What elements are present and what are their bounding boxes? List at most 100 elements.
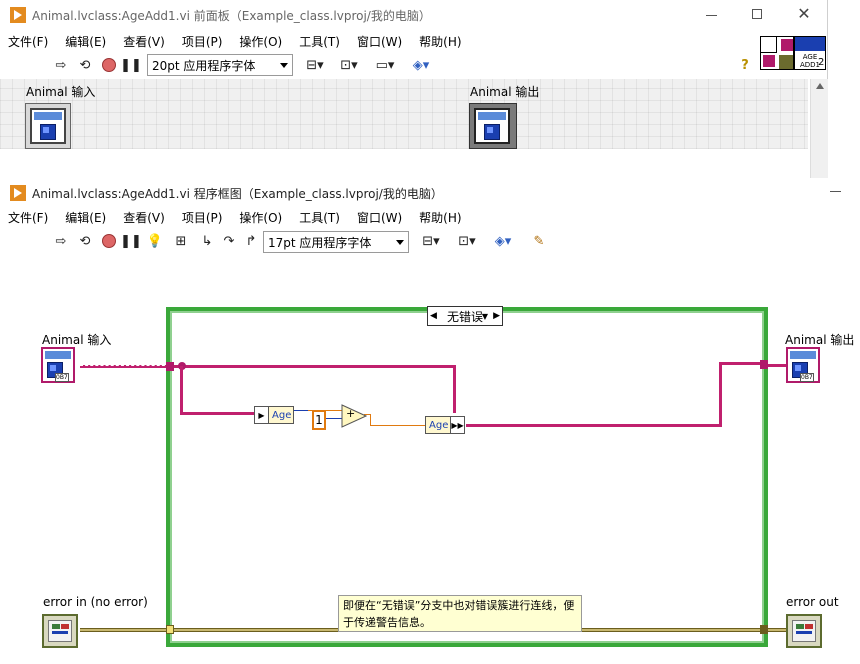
diagram-comment[interactable]: 即便在“无错误”分支中也对错误簇进行连线，便于传递警告信息。	[338, 595, 582, 632]
run-arrow-icon[interactable]: ⇨	[52, 56, 70, 74]
animal-input-terminal-label: Animal 输入	[42, 333, 112, 347]
run-continuously-icon[interactable]: ⟲	[76, 232, 94, 250]
font-select-value: 20pt 应用程序字体	[152, 58, 256, 73]
bundle-age-label: Age	[429, 419, 449, 431]
numeric-wire[interactable]	[370, 425, 426, 426]
menu-edit[interactable]: 编辑(E)	[65, 209, 106, 226]
object-wire[interactable]	[180, 366, 183, 414]
align-objects-icon[interactable]: ⊟▾	[418, 232, 444, 250]
pause-icon[interactable]: ❚❚	[120, 56, 142, 74]
numeric-wire[interactable]	[294, 410, 308, 411]
front-panel-toolbar: ⇨ ⟲ ❚❚ 20pt 应用程序字体 ⊟▾ ⊡▾ ▭▾ ◈▾ ?	[0, 52, 760, 80]
error-tunnel-out	[760, 625, 768, 634]
retain-wire-values-icon[interactable]: ⊞	[172, 232, 190, 250]
case-selector[interactable]: ◀ 无错误 ▼ ▶	[427, 306, 503, 326]
connector-pane-icon[interactable]	[760, 36, 794, 70]
block-diagram-menubar: 文件(F) 编辑(E) 查看(V) 项目(P) 操作(O) 工具(T) 窗口(W…	[0, 206, 860, 228]
font-select[interactable]: 17pt 应用程序字体	[263, 231, 409, 253]
menu-tools[interactable]: 工具(T)	[299, 33, 340, 50]
class-cube-icon	[484, 124, 500, 140]
resize-objects-icon[interactable]: ▭▾	[372, 56, 398, 74]
object-wire[interactable]	[80, 365, 170, 368]
menu-project[interactable]: 项目(P)	[182, 33, 223, 50]
chevron-down-icon[interactable]: ▼	[482, 312, 488, 321]
object-wire[interactable]	[768, 364, 786, 367]
abort-icon[interactable]	[100, 56, 118, 74]
labview-logo-icon	[10, 185, 26, 201]
clean-up-diagram-icon[interactable]: ✎	[528, 232, 550, 250]
obj-tag: 0B7	[55, 373, 69, 382]
step-over-icon[interactable]: ↷	[220, 232, 238, 250]
menu-file[interactable]: 文件(F)	[8, 33, 48, 50]
front-panel-canvas	[0, 79, 808, 149]
front-animal-input-label: Animal 输入	[26, 85, 96, 99]
distribute-objects-icon[interactable]: ⊡▾	[336, 56, 362, 74]
object-wire[interactable]	[466, 424, 722, 427]
front-animal-output-indicator[interactable]	[469, 103, 517, 149]
reorder-icon[interactable]: ◈▾	[408, 56, 434, 74]
object-wire[interactable]	[719, 362, 722, 427]
object-wire[interactable]	[180, 412, 256, 415]
front-panel-title: Animal.lvclass:AgeAdd1.vi 前面板（Example_cl…	[32, 8, 431, 23]
minimize-button[interactable]	[700, 6, 724, 24]
align-objects-icon[interactable]: ⊟▾	[302, 56, 328, 74]
case-next-icon[interactable]: ▶	[493, 311, 500, 321]
case-selector-value: 无错误	[446, 309, 483, 324]
object-wire[interactable]	[174, 365, 456, 368]
animal-output-terminal[interactable]: 0B7	[786, 347, 820, 383]
menu-view[interactable]: 查看(V)	[123, 33, 165, 50]
menu-edit[interactable]: 编辑(E)	[65, 33, 106, 50]
error-in-terminal[interactable]	[42, 614, 78, 648]
error-wire[interactable]	[768, 628, 786, 632]
error-tunnel-in	[166, 625, 174, 634]
menu-window[interactable]: 窗口(W)	[357, 209, 402, 226]
highlight-execution-icon[interactable]: 💡	[146, 232, 164, 250]
bundle-by-name-node[interactable]: Age ▶▶	[425, 416, 465, 434]
reorder-icon[interactable]: ◈▾	[490, 232, 516, 250]
pause-icon[interactable]: ❚❚	[120, 232, 142, 250]
menu-operate[interactable]: 操作(O)	[239, 33, 282, 50]
menu-window[interactable]: 窗口(W)	[357, 33, 402, 50]
menu-operate[interactable]: 操作(O)	[239, 209, 282, 226]
menu-help[interactable]: 帮助(H)	[419, 33, 461, 50]
step-out-icon[interactable]: ↱	[242, 232, 260, 250]
help-icon[interactable]: ?	[736, 56, 754, 74]
menu-file[interactable]: 文件(F)	[8, 209, 48, 226]
menu-tools[interactable]: 工具(T)	[299, 209, 340, 226]
step-into-icon[interactable]: ↳	[198, 232, 216, 250]
add-function-node[interactable]: +	[341, 404, 368, 428]
error-out-terminal-label: error out	[786, 595, 839, 609]
run-arrow-icon[interactable]: ⇨	[52, 232, 70, 250]
minimize-button[interactable]	[824, 182, 848, 200]
numeric-constant-value: 1	[315, 413, 323, 427]
maximize-button[interactable]	[746, 6, 770, 24]
error-wire[interactable]	[80, 628, 170, 632]
run-continuously-icon[interactable]: ⟲	[76, 56, 94, 74]
close-button[interactable]: ✕	[792, 4, 816, 24]
font-select[interactable]: 20pt 应用程序字体	[147, 54, 293, 76]
object-wire[interactable]	[453, 365, 456, 413]
labview-logo-icon	[10, 7, 26, 23]
animal-input-terminal[interactable]: 0B7	[41, 347, 75, 383]
object-wire[interactable]	[719, 362, 763, 365]
abort-icon[interactable]	[100, 232, 118, 250]
menu-project[interactable]: 项目(P)	[182, 209, 223, 226]
numeric-constant[interactable]: 1	[312, 410, 326, 430]
menu-view[interactable]: 查看(V)	[123, 209, 165, 226]
add-symbol: +	[346, 407, 356, 420]
front-animal-output-label: Animal 输出	[470, 85, 540, 99]
error-in-terminal-label: error in (no error)	[43, 595, 148, 609]
animal-output-terminal-label: Animal 输出	[785, 333, 855, 347]
object-wire-tunnel-in	[166, 362, 174, 371]
front-animal-input-control[interactable]	[25, 103, 71, 149]
block-diagram-window: Animal.lvclass:AgeAdd1.vi 程序框图（Example_c…	[0, 178, 860, 664]
distribute-objects-icon[interactable]: ⊡▾	[454, 232, 480, 250]
object-wire-tunnel-out	[760, 360, 768, 369]
obj-tag: 0B7	[800, 373, 814, 382]
unbundle-by-name-node[interactable]: ▶ Age	[254, 406, 294, 424]
case-prev-icon[interactable]: ◀	[430, 311, 437, 321]
front-panel-scrollbar[interactable]	[810, 79, 828, 178]
error-out-terminal[interactable]	[786, 614, 822, 648]
menu-help[interactable]: 帮助(H)	[419, 209, 461, 226]
front-panel-menubar: 文件(F) 编辑(E) 查看(V) 项目(P) 操作(O) 工具(T) 窗口(W…	[0, 30, 828, 52]
